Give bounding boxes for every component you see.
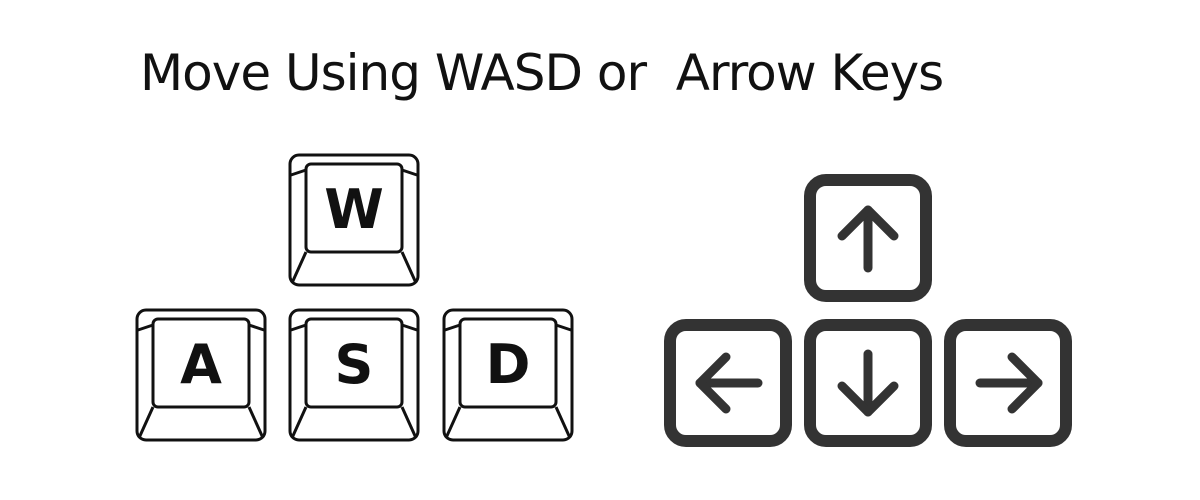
key-w-label: W <box>324 178 384 241</box>
key-w: W <box>288 153 420 287</box>
key-down <box>804 319 932 447</box>
key-s-label: S <box>335 333 374 396</box>
key-right <box>944 319 1072 447</box>
key-d: D <box>442 308 574 442</box>
key-s: S <box>288 308 420 442</box>
arrow-down-icon <box>837 349 899 417</box>
key-a-label: A <box>180 333 222 396</box>
arrow-cluster <box>664 174 1072 447</box>
arrow-up-icon <box>837 205 899 273</box>
wasd-cluster: W A S D <box>135 153 574 442</box>
arrow-right-icon <box>975 352 1043 414</box>
key-a: A <box>135 308 267 442</box>
keys-illustration: W A S D <box>135 153 1072 447</box>
arrow-left-icon <box>695 352 763 414</box>
key-left <box>664 319 792 447</box>
key-d-label: D <box>486 333 531 396</box>
key-up <box>804 174 932 302</box>
